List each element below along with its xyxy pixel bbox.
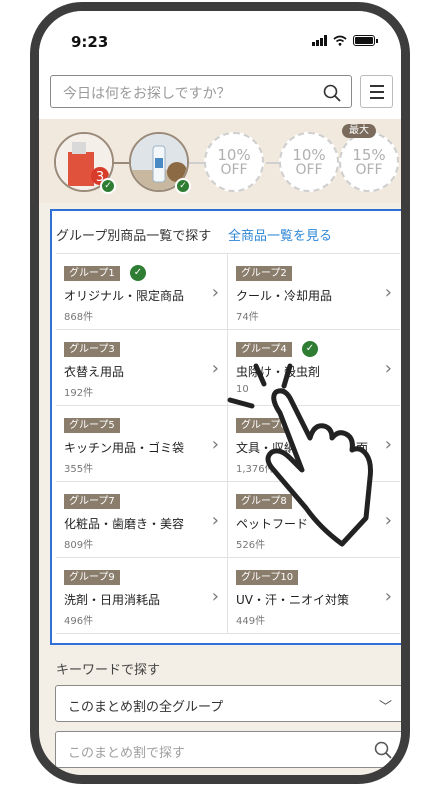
signal-icon — [312, 35, 327, 46]
chevron-right-icon: › — [384, 282, 392, 303]
group-tag: グループ3 — [64, 342, 120, 357]
chevron-right-icon: › — [384, 510, 392, 531]
group-list-title: グループ別商品一覧で探す — [56, 229, 212, 244]
group-count: 10 — [236, 384, 249, 395]
group-name: ペットフード — [236, 517, 309, 531]
group-tag: グループ4 — [236, 342, 292, 357]
group-tag: グループ8 — [236, 494, 292, 509]
group-tag: グループ1 — [64, 266, 120, 281]
header-bar: 今日は何をお探しですか？ — [39, 63, 401, 119]
group-name: 文具・収納・掃除・洗面 — [236, 441, 369, 455]
keyword-search-input[interactable]: このまとめ割で探す — [55, 731, 401, 768]
group-name: オリジナル・限定商品 — [64, 289, 185, 303]
discount-label: OFF — [355, 162, 383, 178]
hamburger-icon — [369, 84, 384, 87]
group-count: 496件 — [64, 616, 94, 627]
group-item[interactable]: グループ3 衣替え用品 192件 › — [56, 330, 228, 406]
keyword-search-placeholder: このまとめ割で探す — [68, 746, 186, 761]
group-list-header: グループ別商品一覧で探す 全商品一覧を見る — [52, 221, 401, 245]
chevron-right-icon: › — [211, 282, 219, 303]
discount-percent: 15% — [352, 146, 386, 164]
group-select[interactable]: このまとめ割の全グループ ﹀ — [55, 685, 401, 722]
group-count: 868件 — [64, 312, 94, 323]
group-tag: グループ6 — [236, 418, 292, 433]
chevron-right-icon: › — [211, 586, 219, 607]
chevron-right-icon: › — [384, 434, 392, 455]
group-name: クール・冷却用品 — [236, 289, 333, 303]
group-name: 洗剤・日用消耗品 — [64, 593, 161, 607]
check-icon: ✓ — [100, 178, 116, 194]
group-name: 衣替え用品 — [64, 365, 125, 379]
status-icons — [312, 35, 378, 46]
discount-percent: 10% — [292, 146, 326, 164]
stamp-discount-10-b: 10% OFF — [279, 132, 339, 192]
check-icon: ✓ — [175, 178, 191, 194]
chevron-right-icon: › — [384, 586, 392, 607]
discount-label: OFF — [295, 162, 323, 178]
group-item[interactable]: グループ7 化粧品・歯磨き・美容 809件 › — [56, 482, 228, 558]
group-count: 1,376件 — [236, 464, 275, 475]
battery-icon — [353, 35, 378, 46]
group-item[interactable]: グループ6 文具・収納・掃除・洗面 1,376件 › — [228, 406, 400, 482]
group-item[interactable]: グループ10 UV・汗・ニオイ対策 449件 › — [228, 558, 400, 634]
search-input[interactable]: 今日は何をお探しですか？ — [50, 75, 352, 108]
chevron-right-icon: › — [211, 434, 219, 455]
group-grid: グループ1 ✓ オリジナル・限定商品 868件 › グループ2 クール・冷却用品 74件 › グル… — [56, 253, 400, 634]
group-name: キッチン用品・ゴミ袋 — [64, 441, 185, 455]
search-icon[interactable] — [374, 741, 392, 759]
group-select-value: このまとめ割の全グループ — [68, 700, 224, 715]
group-count: 526件 — [236, 540, 266, 551]
group-tag: グループ9 — [64, 570, 120, 585]
status-time: 9:23 — [71, 33, 109, 51]
stamp-discount-10-a: 10% OFF — [204, 132, 264, 192]
group-count: 192件 — [64, 388, 94, 399]
check-icon: ✓ — [130, 265, 146, 281]
phone-frame: 9:23 今日は何をお探しですか？ 3 ✓ ✓ 10% OFF 10% OFF … — [30, 2, 410, 784]
group-tag: グループ7 — [64, 494, 120, 509]
screen: 9:23 今日は何をお探しですか？ 3 ✓ ✓ 10% OFF 10% OFF … — [39, 11, 401, 775]
group-count: 74件 — [236, 312, 259, 323]
group-name: UV・汗・ニオイ対策 — [236, 593, 349, 607]
group-name: 虫除け・殺虫剤 — [236, 365, 321, 379]
discount-label: OFF — [220, 162, 248, 178]
group-name: 化粧品・歯磨き・美容 — [64, 517, 185, 531]
stamp-discount-15: 15% OFF — [339, 132, 399, 192]
group-item[interactable]: グループ1 ✓ オリジナル・限定商品 868件 › — [56, 254, 228, 330]
group-item[interactable]: グループ4 ✓ 虫除け・殺虫剤 10 › — [228, 330, 400, 406]
group-tag: グループ2 — [236, 266, 292, 281]
group-item[interactable]: グループ8 ペットフード 526件 › — [228, 482, 400, 558]
status-bar: 9:23 — [39, 11, 401, 63]
chevron-right-icon: › — [211, 358, 219, 379]
group-count: 809件 — [64, 540, 94, 551]
search-icon[interactable] — [323, 84, 341, 102]
chevron-right-icon: › — [384, 358, 392, 379]
group-tag: グループ10 — [236, 570, 299, 585]
all-products-link[interactable]: 全商品一覧を見る — [228, 225, 332, 244]
group-item[interactable]: グループ5 キッチン用品・ゴミ袋 355件 › — [56, 406, 228, 482]
wifi-icon — [333, 35, 347, 46]
group-count: 355件 — [64, 464, 94, 475]
chevron-down-icon: ﹀ — [378, 700, 392, 715]
group-item[interactable]: グループ9 洗剤・日用消耗品 496件 › — [56, 558, 228, 634]
keyword-search-label: キーワードで探す — [56, 663, 161, 678]
group-count: 449件 — [236, 616, 266, 627]
check-icon: ✓ — [302, 341, 318, 357]
group-list-section: グループ別商品一覧で探す 全商品一覧を見る グループ1 ✓ オリジナル・限定商品 86… — [50, 209, 401, 645]
max-badge: 最大 — [342, 124, 376, 138]
group-item[interactable]: グループ2 クール・冷却用品 74件 › — [228, 254, 400, 330]
chevron-right-icon: › — [211, 510, 219, 531]
discount-percent: 10% — [217, 146, 251, 164]
menu-button[interactable] — [360, 75, 393, 108]
search-placeholder: 今日は何をお探しですか？ — [63, 86, 231, 102]
group-tag: グループ5 — [64, 418, 120, 433]
